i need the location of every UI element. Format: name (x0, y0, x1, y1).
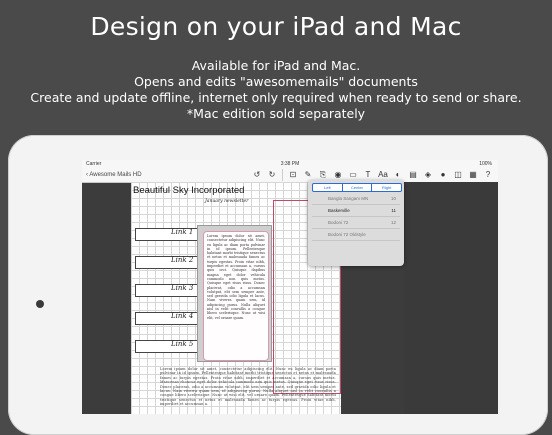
headline: Design on your iPad and Mac (90, 12, 462, 41)
document-subtitle[interactable]: January newsletter (205, 199, 248, 204)
style-icon[interactable]: ◈ (423, 169, 433, 181)
font-row[interactable]: Bangla Sangam MN 10 (312, 193, 400, 205)
align-right-button[interactable]: Right (372, 184, 401, 191)
font-row[interactable]: Bodoni 72 12 (312, 217, 400, 229)
text-box-content[interactable]: Lorem ipsum dolor sit amet, consectetur … (207, 234, 265, 320)
layers-icon[interactable]: ▤ (408, 169, 418, 181)
body-text[interactable]: Lorem ipsum dolor sit amet, consectetur … (160, 367, 336, 413)
align-center-button[interactable]: Center (343, 184, 373, 191)
font-size: 12 (390, 220, 396, 225)
link-label: Link 2 (171, 256, 194, 264)
font-popover: Left Center Right Bangla Sangam MN 10 Ba… (308, 180, 404, 266)
battery-label: 100% (479, 161, 492, 167)
font-row[interactable]: Bodoni 72 Oldstyle (312, 229, 400, 241)
clock: 3:38 PM (280, 161, 300, 167)
link-label: Link 3 (171, 284, 194, 292)
font-name: Bangla Sangam MN (328, 196, 369, 201)
ipad-screen: Carrier 3:38 PM 100% ‹ Awesome Mails HD … (82, 160, 498, 414)
link-label: Link 1 (171, 228, 194, 236)
link-label: Link 5 (171, 340, 194, 348)
blurb-line: *Mac edition sold separately (186, 106, 366, 121)
divider (282, 169, 283, 181)
app-toolbar: ‹ Awesome Mails HD ↺ ↻ ⊡ ✎ ⎘ ◉ ▭ T Aa ◐ … (82, 168, 498, 183)
blurb-line: Create and update offline, internet only… (30, 90, 522, 105)
font-list: Bangla Sangam MN 10 Baskerville 11 Bodon… (312, 193, 400, 241)
camera (36, 300, 44, 308)
back-label: Awesome Mails HD (89, 172, 142, 178)
back-button[interactable]: ‹ Awesome Mails HD (86, 170, 142, 180)
blurb-line: Available for iPad and Mac. (191, 58, 361, 73)
align-left-button[interactable]: Left (313, 184, 343, 191)
media-icon[interactable]: ◫ (453, 169, 463, 181)
font-name: Bodoni 72 Oldstyle (328, 232, 366, 237)
font-row-selected[interactable]: Baskerville 11 (312, 205, 400, 217)
select-icon[interactable]: ⊡ (288, 169, 298, 181)
text-box[interactable]: Lorem ipsum dolor sit amet, consectetur … (203, 231, 269, 361)
help-icon[interactable]: ? (483, 169, 493, 181)
canvas-background (404, 182, 498, 414)
blurb-line: Opens and edits "awesomemails" documents (134, 74, 418, 89)
redo-icon[interactable]: ↻ (267, 169, 277, 181)
font-size: 11 (391, 208, 396, 213)
record-icon[interactable]: ● (438, 169, 448, 181)
font-size: 10 (390, 196, 396, 201)
document-title[interactable]: Beautiful Sky Incorporated (133, 185, 244, 196)
blurb: Available for iPad and Mac. Opens and ed… (0, 58, 552, 122)
font-name: Baskerville (328, 208, 350, 213)
font-name: Bodoni 72 (328, 220, 349, 225)
alignment-control: Left Center Right (312, 183, 402, 192)
body-paragraph[interactable]: Lorem ipsum dolor sit amet, consectetur … (160, 367, 336, 407)
status-bar: Carrier 3:38 PM 100% (82, 160, 498, 168)
grid-icon[interactable]: ▦ (468, 169, 478, 181)
link-label: Link 4 (171, 312, 194, 320)
undo-icon[interactable]: ↺ (252, 169, 262, 181)
